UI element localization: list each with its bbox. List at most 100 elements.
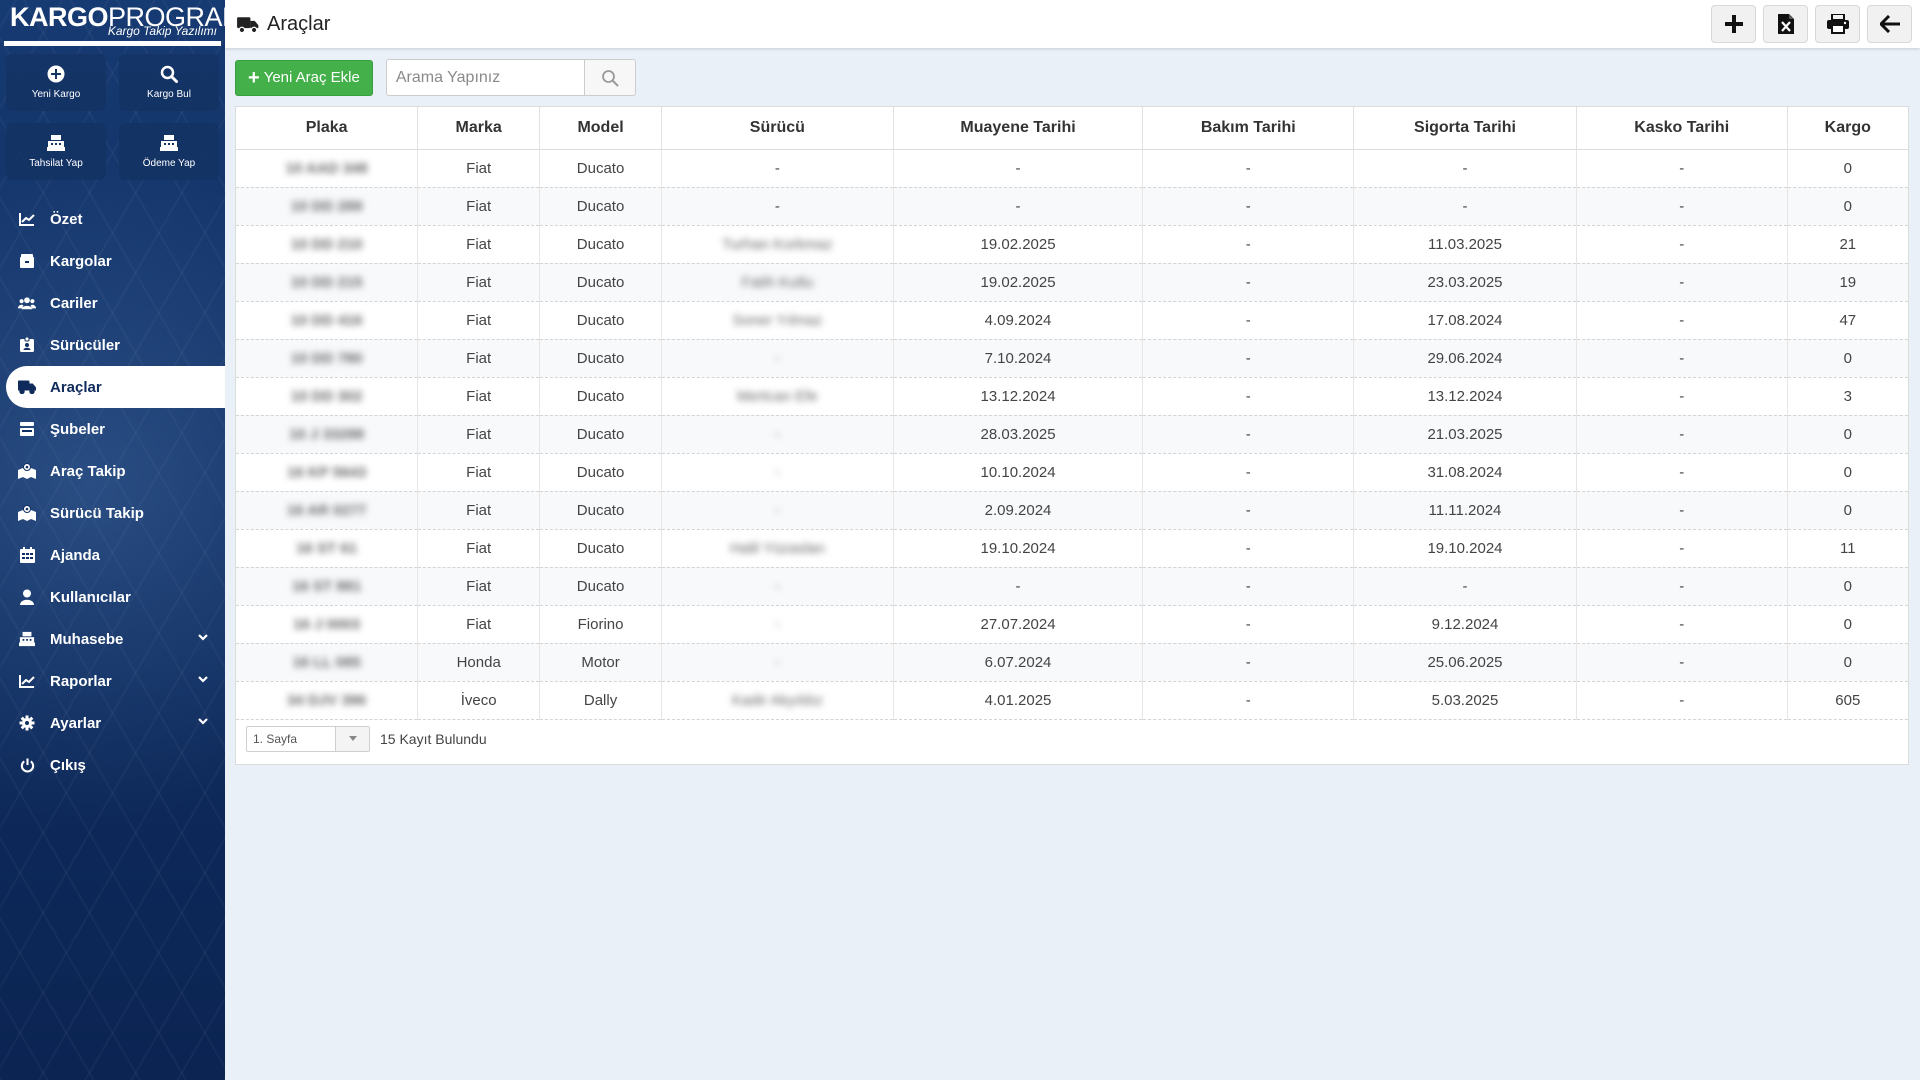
export-excel-button[interactable] (1763, 5, 1808, 43)
search-box (385, 59, 636, 96)
table-cell: Fiat (417, 453, 541, 492)
table-cell: - (1576, 301, 1788, 340)
cell-value: 2.09.2024 (984, 501, 1052, 519)
new-cargo-button[interactable]: Yeni Kargo (6, 54, 106, 111)
user-icon (18, 588, 36, 606)
column-header[interactable]: Muayene Tarihi (893, 107, 1144, 150)
table-cell: 11 (1787, 529, 1908, 568)
cell-value: Fiat (466, 463, 492, 481)
sidebar-item-label: Sürücü Takip (50, 504, 144, 522)
table-cell: - (1576, 377, 1788, 416)
table-row[interactable]: 16 KP 5643 Fiat Ducato - 10.10.2024 - 31.08.20… (236, 453, 1908, 492)
cell-value: 5.03.2025 (1431, 691, 1499, 709)
search-input[interactable] (385, 59, 584, 96)
table-row[interactable]: 34 DJV 396 İveco Dally Kadir Akyıldız 4.01.2… (236, 681, 1908, 720)
make-payment-button[interactable]: Ödeme Yap (119, 123, 219, 180)
column-header[interactable]: Model (539, 107, 662, 150)
table-cell: - (1142, 643, 1355, 682)
table-cell: Ducato (539, 225, 662, 264)
table-row[interactable]: 10 DD 780 Fiat Ducato - 7.10.2024 - 29.06.2024… (236, 339, 1908, 378)
table-row[interactable]: 10 DD 416 Fiat Ducato Soner Yılmaz 4.09.2024… (236, 301, 1908, 340)
sidebar-item-muhasebe[interactable]: Muhasebe (0, 618, 225, 660)
plate-value: 10 DD 780 (290, 349, 363, 367)
table-cell: 7.10.2024 (893, 339, 1144, 378)
cell-value: Ducato (576, 159, 625, 177)
driver-value: Mertcan Efe (736, 387, 818, 405)
table-cell: 16 J 0003 (236, 605, 419, 644)
print-button[interactable] (1815, 5, 1860, 43)
sidebar-item-ayarlar[interactable]: Ayarlar (0, 702, 225, 744)
cell-value: Fiat (466, 159, 492, 177)
column-header[interactable]: Marka (417, 107, 541, 150)
table-row[interactable]: 10 DD 210 Fiat Ducato Turhan Korkmaz 19.02.2… (236, 225, 1908, 264)
sidebar-item-ajanda[interactable]: Ajanda (0, 534, 225, 576)
table-cell: Ducato (539, 529, 662, 568)
cell-value: Fiat (466, 577, 492, 595)
plate-value: 16 ST 881 (292, 577, 362, 595)
sidebar-item-arac-takip[interactable]: Araç Takip (0, 450, 225, 492)
table-cell: 10 DD 416 (236, 301, 419, 340)
table-row[interactable]: 10 DD 302 Fiat Ducato Mertcan Efe 13.12.2024… (236, 377, 1908, 416)
plate-value: 10 DD 416 (290, 311, 363, 329)
column-header[interactable]: Plaka (236, 107, 419, 150)
table-cell: 0 (1787, 643, 1908, 682)
cell-value: 19.10.2024 (1427, 539, 1503, 557)
collect-payment-button[interactable]: Tahsilat Yap (6, 123, 106, 180)
add-vehicle-button[interactable]: + Yeni Araç Ekle (235, 59, 373, 96)
table-cell: Ducato (539, 149, 662, 188)
sidebar-item-raporlar[interactable]: Raporlar (0, 660, 225, 702)
table-cell: - (661, 491, 894, 530)
table-cell: Ducato (539, 567, 662, 606)
table-row[interactable]: 16 ST 61 Fiat Ducato Halil Yüzaslan 19.10.20… (236, 529, 1908, 568)
back-button[interactable] (1867, 5, 1912, 43)
search-button[interactable] (583, 59, 636, 96)
sidebar-item-ozet[interactable]: Özet (0, 198, 225, 240)
table-cell: 0 (1787, 491, 1908, 530)
table-cell: - (661, 567, 894, 606)
cell-value: - (1245, 387, 1251, 405)
table-row[interactable]: 16 ST 881 Fiat Ducato - - - - - 0 (236, 567, 1908, 606)
table-cell: 23.03.2025 (1353, 263, 1577, 302)
sidebar-item-araclar[interactable]: Araçlar (6, 366, 225, 408)
find-cargo-button[interactable]: Kargo Bul (119, 54, 219, 111)
sidebar-item-label: Ayarlar (50, 714, 102, 732)
column-header[interactable]: Sigorta Tarihi (1353, 107, 1577, 150)
column-header[interactable]: Kargo (1787, 107, 1908, 150)
table-row[interactable]: 16 LL 085 Honda Motor - 6.07.2024 - 25.06.2025… (236, 643, 1908, 682)
cell-value: - (1015, 577, 1021, 595)
add-button[interactable] (1711, 5, 1756, 43)
table-cell: 4.01.2025 (893, 681, 1144, 720)
table-cell: - (1142, 187, 1355, 226)
search-icon (160, 65, 178, 83)
table-cell: - (1142, 339, 1355, 378)
cell-value: 0 (1843, 197, 1852, 215)
gear-icon (18, 714, 36, 732)
table-row[interactable]: 10 DD 289 Fiat Ducato - - - - - 0 (236, 187, 1908, 226)
users-icon (18, 294, 36, 312)
quick-actions: Yeni Kargo Kargo Bul Tahsilat Yap Ödeme … (0, 46, 225, 180)
table-cell: 16 KP 5643 (236, 453, 419, 492)
column-header[interactable]: Bakım Tarihi (1142, 107, 1355, 150)
sidebar-item-subeler[interactable]: Şubeler (0, 408, 225, 450)
cell-value: - (1679, 387, 1685, 405)
table-cell: - (1142, 529, 1355, 568)
table-cell: - (1353, 149, 1577, 188)
sidebar-item-label: Kullanıcılar (50, 588, 131, 606)
table-row[interactable]: 10 J 33288 Fiat Ducato - 28.03.2025 - 21.03.20… (236, 415, 1908, 454)
sidebar-item-surucu-takip[interactable]: Sürücü Takip (0, 492, 225, 534)
sidebar-item-kargolar[interactable]: Kargolar (0, 240, 225, 282)
sidebar-item-cariler[interactable]: Cariler (0, 282, 225, 324)
column-header[interactable]: Kasko Tarihi (1576, 107, 1788, 150)
sidebar-item-cikis[interactable]: Çıkış (0, 744, 225, 786)
page-select[interactable]: 1. Sayfa (246, 726, 370, 752)
table-row[interactable]: 10 DD 215 Fiat Ducato Fatih Kutlu 19.02.2025… (236, 263, 1908, 302)
table-row[interactable]: 16 AR 0277 Fiat Ducato - 2.09.2024 - 11.11.202… (236, 491, 1908, 530)
logo[interactable]: KARGOPROGRAMI Kargo Takip Yazılımı (4, 0, 225, 46)
sidebar-item-kullanicilar[interactable]: Kullanıcılar (0, 576, 225, 618)
sidebar-item-suruculer[interactable]: Sürücüler (0, 324, 225, 366)
table-row[interactable]: 10 AAD 348 Fiat Ducato - - - - - 0 (236, 149, 1908, 188)
table-row[interactable]: 16 J 0003 Fiat Fiorino - 27.07.2024 - 9.12.202… (236, 605, 1908, 644)
column-header[interactable]: Sürücü (661, 107, 894, 150)
table-cell: - (1576, 529, 1788, 568)
driver-value: - (774, 197, 780, 215)
